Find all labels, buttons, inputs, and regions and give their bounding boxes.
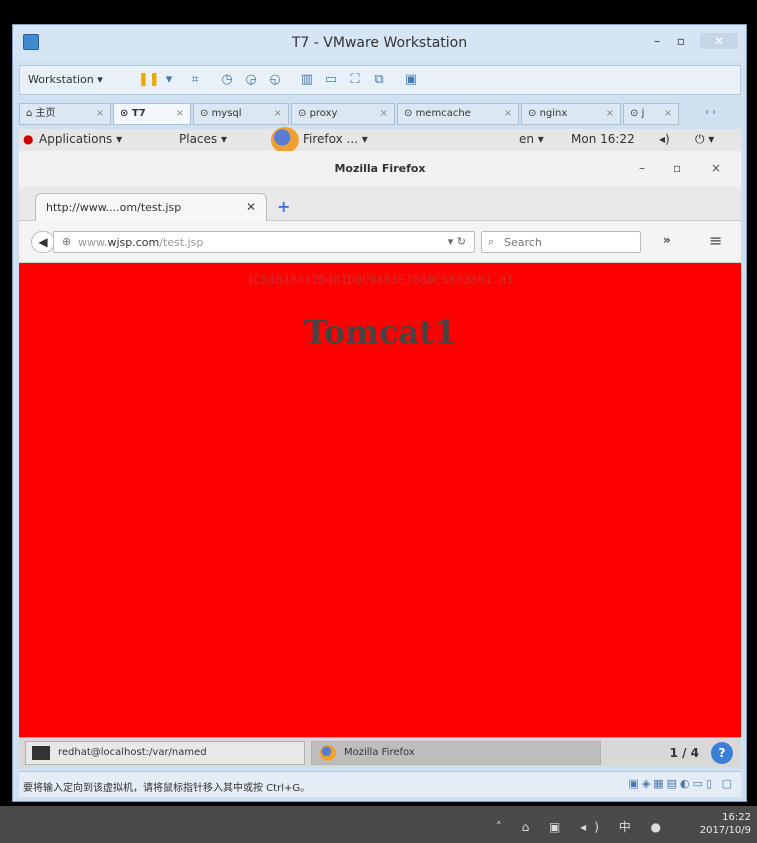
tab-home[interactable]: ⌂ 主页 × [19, 103, 111, 125]
device-icons[interactable]: ▣◈▦▤◐▭▯ ▢ [628, 777, 735, 790]
vmware-status-bar: 要将输入定向到该虚拟机，请将鼠标指针移入其中或按 Ctrl+G。 ▣◈▦▤◐▭▯… [19, 771, 741, 797]
minimize-button[interactable]: – [648, 33, 666, 49]
host-taskbar: ˄ ⌂ ▣ ◂) 中 ● 16:22 2017/10/9 [0, 806, 757, 843]
search-input[interactable] [504, 234, 634, 250]
firefox-tab-strip: http://www....om/test.jsp ✕ + [19, 187, 741, 221]
tab-label: T7 [131, 108, 146, 119]
firefox-window-title: Mozilla Firefox [334, 162, 426, 175]
close-icon[interactable]: × [96, 104, 104, 124]
workstation-menu-button[interactable]: Workstation ▾ [28, 73, 103, 86]
tab-label: nginx [539, 108, 568, 119]
taskbar-firefox[interactable]: Mozilla Firefox [311, 741, 601, 765]
maximize-button[interactable]: ▫ [672, 33, 690, 49]
search-box[interactable]: ⌕ [481, 231, 641, 253]
vmware-title-bar: T7 - VMware Workstation – ▫ ✕ [13, 25, 746, 61]
taskbar-terminal[interactable]: redhat@localhost:/var/named [25, 741, 305, 765]
vmware-tab-bar: ⌂ 主页 × ⊙ T7 × ⊙ mysql × ⊙ proxy × ⊙ memcache… [19, 103, 741, 125]
close-icon[interactable]: × [664, 104, 672, 124]
gnome-bottom-panel: redhat@localhost:/var/named Mozilla Fire… [19, 737, 741, 767]
places-menu[interactable]: Places ▾ [179, 132, 227, 146]
terminal-icon [32, 746, 50, 760]
tab-memcache[interactable]: ⊙ memcache × [397, 103, 519, 125]
taskbar-terminal-label: redhat@localhost:/var/named [58, 747, 207, 758]
tab-nginx[interactable]: ⊙ nginx × [521, 103, 621, 125]
reload-icon[interactable]: ▾ ↻ [448, 235, 466, 248]
snapshot-manager-icon[interactable]: ◵ [266, 72, 284, 88]
url-text: www.wjsp.com/test.jsp [78, 236, 203, 249]
vmware-window-title: T7 - VMware Workstation [291, 35, 468, 51]
host-tray-icons[interactable]: ˄ ⌂ ▣ ◂) 中 ● [496, 818, 669, 835]
firefox-app-menu[interactable]: Firefox ... ▾ [303, 132, 368, 146]
tab-j[interactable]: ⊙ j × [623, 103, 679, 125]
desktop-top-bar [0, 0, 757, 24]
console-view-icon[interactable]: ▣ [402, 72, 420, 88]
url-path: /test.jsp [159, 236, 204, 249]
panel-clock[interactable]: Mon 16:22 [571, 132, 635, 146]
applications-menu[interactable]: Applications ▾ [39, 132, 122, 146]
firefox-window: Mozilla Firefox – ▫ × http://www....om/t… [19, 151, 741, 737]
taskbar-firefox-label: Mozilla Firefox [344, 747, 415, 758]
hamburger-menu-icon[interactable]: ≡ [709, 231, 722, 250]
tab-proxy[interactable]: ⊙ proxy × [291, 103, 395, 125]
send-keys-icon[interactable]: ⌗ [186, 72, 204, 88]
firefox-maximize-button[interactable]: ▫ [673, 161, 681, 175]
status-message: 要将输入定向到该虚拟机，请将鼠标指针移入其中或按 Ctrl+G。 [23, 783, 311, 794]
close-button[interactable]: ✕ [700, 33, 738, 49]
session-id: 4C04048412D481D0E9483E7880E5883861.n1 [246, 273, 514, 287]
overflow-menu-icon[interactable]: » [663, 233, 671, 247]
tab-scroll-arrows[interactable]: ‹ › [699, 103, 739, 125]
close-tab-icon[interactable]: ✕ [246, 200, 256, 214]
tab-label: mysql [211, 108, 242, 119]
close-icon[interactable]: × [606, 104, 614, 124]
tab-label: proxy [309, 108, 338, 119]
firefox-icon [320, 745, 336, 761]
firefox-title-bar: Mozilla Firefox – ▫ × [19, 151, 741, 187]
tab-label: memcache [415, 108, 471, 119]
unity-icon[interactable]: ⧉ [370, 72, 388, 88]
thumbnail-icon[interactable]: ▭ [322, 72, 340, 88]
snapshot-icon[interactable]: ◷ [218, 72, 236, 88]
tab-t7[interactable]: ⊙ T7 × [113, 103, 191, 125]
url-bar[interactable]: ⊕ www.wjsp.com/test.jsp ▾ ↻ [53, 231, 475, 253]
close-icon[interactable]: × [380, 104, 388, 124]
power-icon[interactable]: ⏻ ▾ [695, 132, 714, 147]
host-date: 2017/10/9 [699, 825, 751, 836]
tab-label: j [641, 108, 645, 119]
close-icon[interactable]: × [176, 104, 184, 124]
volume-icon[interactable]: ◂) [659, 132, 670, 146]
gnome-top-panel: ● Applications ▾ Places ▾ Firefox ... ▾ … [19, 127, 741, 153]
fullscreen-icon[interactable]: ⛶ [346, 72, 364, 88]
new-tab-button[interactable]: + [277, 197, 290, 216]
firefox-tab[interactable]: http://www....om/test.jsp ✕ [35, 193, 267, 221]
site-identity-icon[interactable]: ⊕ [62, 235, 71, 248]
pause-icon[interactable]: ❚❚ [138, 72, 160, 88]
language-menu[interactable]: en ▾ [519, 132, 544, 146]
url-domain: wjsp.com [107, 236, 160, 249]
search-icon: ⌕ [488, 235, 495, 248]
help-icon[interactable]: ? [711, 742, 733, 764]
page-content: 4C04048412D481D0E9483E7880E5883861.n1 To… [19, 263, 741, 737]
vmware-toolbar: Workstation ▾ ❚❚ ▾ ⌗ ◷ ◶ ◵ ▥ ▭ ⛶ ⧉ ▣ [19, 65, 741, 95]
firefox-tab-label: http://www....om/test.jsp [46, 201, 182, 214]
close-icon[interactable]: × [504, 104, 512, 124]
redhat-icon: ● [23, 132, 34, 146]
close-icon[interactable]: × [274, 104, 282, 124]
back-button[interactable]: ◀ [31, 231, 55, 253]
tab-label: 主页 [35, 108, 56, 119]
host-time: 16:22 [722, 812, 751, 823]
sidebar-icon[interactable]: ▥ [298, 72, 316, 88]
firefox-minimize-button[interactable]: – [639, 161, 645, 175]
tab-mysql[interactable]: ⊙ mysql × [193, 103, 289, 125]
revert-snapshot-icon[interactable]: ◶ [242, 72, 260, 88]
workspace-indicator[interactable]: 1 / 4 [670, 746, 699, 760]
host-clock[interactable]: 16:22 2017/10/9 [700, 811, 751, 837]
dropdown-icon[interactable]: ▾ [160, 72, 178, 88]
firefox-nav-bar: ◀ ⊕ www.wjsp.com/test.jsp ▾ ↻ ⌕ » ≡ [19, 221, 741, 263]
url-host: www. [78, 236, 108, 249]
page-heading: Tomcat1 [303, 313, 457, 351]
firefox-close-button[interactable]: × [711, 161, 721, 175]
vmware-window: T7 - VMware Workstation – ▫ ✕ Workstatio… [12, 24, 747, 802]
firefox-icon [271, 127, 299, 153]
